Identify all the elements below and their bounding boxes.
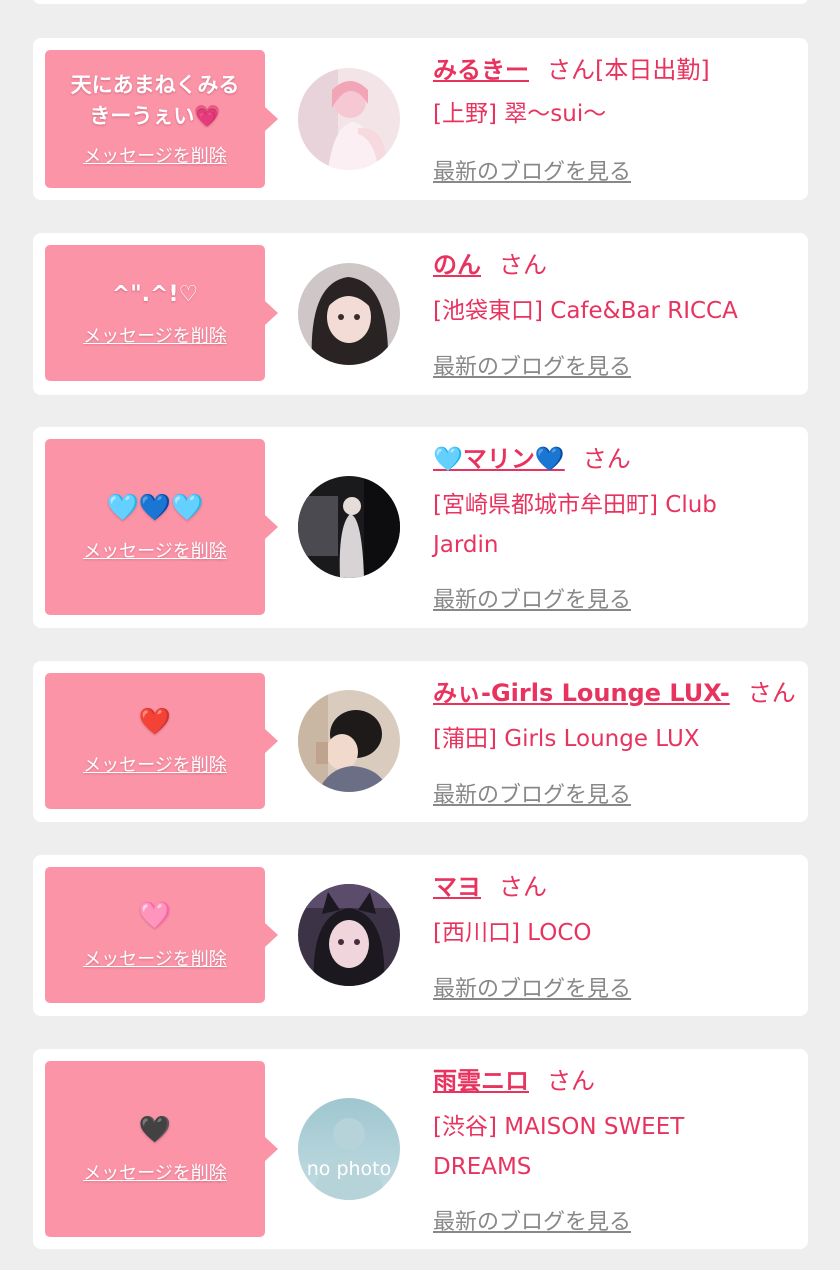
honorific: さん[本日出勤] [547, 56, 710, 84]
name-row: 雨雲ニロ さん [433, 1065, 793, 1097]
latest-blog-link[interactable]: 最新のブログを見る [433, 349, 631, 381]
message-card: 🩵💙🩵 メッセージを削除 🩵マリン💙 さん [宮崎県都城市牟田町] Club Ja… [33, 427, 808, 628]
message-card: 天にあまねくみる きーうぇい💗 メッセージを削除 みるきー さん[本日出勤] [上… [33, 38, 808, 200]
message-text: 🖤 [138, 1115, 172, 1145]
name-row: マヨ さん [433, 871, 793, 903]
message-text: 天にあまねくみる きーうぇい💗 [70, 73, 240, 128]
name-row: みぃ-Girls Lounge LUX- さん [433, 677, 803, 709]
cast-info: マヨ さん [西川口] LOCO [433, 871, 793, 953]
message-card: ^".^!♡ メッセージを削除 のん さん [池袋東口] Cafe&Bar RIC… [33, 233, 808, 395]
message-bubble: 天にあまねくみる きーうぇい💗 メッセージを削除 [45, 50, 278, 188]
delete-message-link[interactable]: メッセージを削除 [83, 322, 227, 348]
cast-info: のん さん [池袋東口] Cafe&Bar RICCA [433, 249, 793, 331]
shop-name: [蒲田] Girls Lounge LUX [433, 726, 700, 752]
shop-name: [西川口] LOCO [433, 920, 592, 946]
delete-message-link[interactable]: メッセージを削除 [83, 1159, 227, 1185]
message-text: ❤️ [138, 707, 172, 737]
honorific: さん [499, 873, 547, 901]
honorific: さん [547, 1067, 595, 1095]
message-bubble: ^".^!♡ メッセージを削除 [45, 245, 278, 381]
delete-message-link[interactable]: メッセージを削除 [83, 142, 227, 168]
message-card: ❤️ メッセージを削除 みぃ-Girls Lounge LUX- さん [蒲田] … [33, 661, 808, 822]
message-bubble: 🩷 メッセージを削除 [45, 867, 278, 1003]
latest-blog-link[interactable]: 最新のブログを見る [433, 971, 631, 1003]
shop-name: [上野] 翠〜sui〜 [433, 101, 607, 127]
avatar[interactable] [298, 884, 400, 986]
cast-name-link[interactable]: 雨雲ニロ [433, 1067, 529, 1095]
cast-name-link[interactable]: みぃ-Girls Lounge LUX- [433, 679, 730, 707]
previous-card-edge [33, 0, 808, 4]
message-text: ^".^!♡ [111, 281, 199, 307]
message-bubble: 🖤 メッセージを削除 [45, 1061, 278, 1237]
cast-name-link[interactable]: 🩵マリン💙 [433, 445, 565, 473]
avatar[interactable] [298, 476, 400, 578]
cast-info: 雨雲ニロ さん [渋谷] MAISON SWEET DREAMS [433, 1065, 793, 1187]
cast-name-link[interactable]: のん [433, 251, 481, 279]
avatar[interactable] [298, 263, 400, 365]
cast-info: みぃ-Girls Lounge LUX- さん [蒲田] Girls Lounge… [433, 677, 803, 759]
name-row: のん さん [433, 249, 793, 281]
shop-name: [宮崎県都城市牟田町] Club Jardin [433, 492, 717, 558]
message-card: 🖤 メッセージを削除 no photo 雨雲ニロ さん [渋谷] MAISON S… [33, 1049, 808, 1249]
cast-name-link[interactable]: マヨ [433, 873, 481, 901]
message-text: 🩷 [138, 901, 172, 931]
latest-blog-link[interactable]: 最新のブログを見る [433, 777, 631, 809]
avatar[interactable] [298, 68, 400, 170]
no-photo-text: no photo [307, 1158, 392, 1180]
shop-name: [渋谷] MAISON SWEET DREAMS [433, 1114, 685, 1180]
shop-name: [池袋東口] Cafe&Bar RICCA [433, 298, 738, 324]
delete-message-link[interactable]: メッセージを削除 [83, 945, 227, 971]
cast-info: みるきー さん[本日出勤] [上野] 翠〜sui〜 [433, 54, 793, 134]
honorific: さん [499, 251, 547, 279]
name-row: 🩵マリン💙 さん [433, 443, 793, 475]
cast-name-link[interactable]: みるきー [433, 56, 529, 84]
no-photo-avatar[interactable]: no photo [298, 1098, 400, 1200]
name-row: みるきー さん[本日出勤] [433, 54, 793, 86]
message-bubble: ❤️ メッセージを削除 [45, 673, 278, 809]
avatar[interactable] [298, 690, 400, 792]
honorific: さん [747, 679, 796, 707]
message-bubble: 🩵💙🩵 メッセージを削除 [45, 439, 278, 615]
honorific: さん [582, 445, 631, 473]
message-text: 🩵💙🩵 [106, 493, 204, 523]
latest-blog-link[interactable]: 最新のブログを見る [433, 1204, 631, 1236]
message-card: 🩷 メッセージを削除 マヨ さん [西川口] LOCO 最新のブログを見る [33, 855, 808, 1016]
delete-message-link[interactable]: メッセージを削除 [83, 751, 227, 777]
latest-blog-link[interactable]: 最新のブログを見る [433, 154, 631, 186]
delete-message-link[interactable]: メッセージを削除 [83, 537, 227, 563]
latest-blog-link[interactable]: 最新のブログを見る [433, 582, 631, 614]
cast-info: 🩵マリン💙 さん [宮崎県都城市牟田町] Club Jardin [433, 443, 793, 565]
